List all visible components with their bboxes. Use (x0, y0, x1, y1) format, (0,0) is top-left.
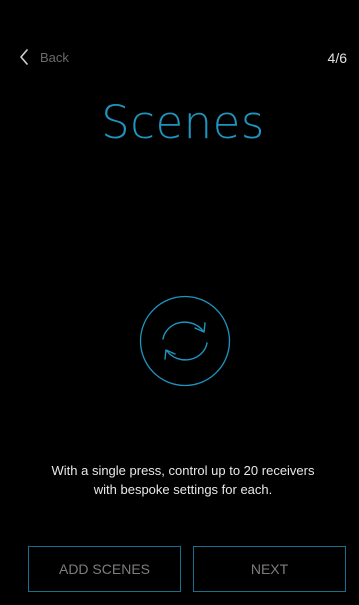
back-button[interactable]: Back (18, 44, 69, 70)
description-line-2: with bespoke settings for each. (93, 482, 273, 497)
chevron-left-icon (18, 47, 30, 67)
add-scenes-button[interactable]: ADD SCENES (28, 546, 181, 592)
next-button[interactable]: NEXT (193, 546, 346, 592)
step-indicator: 4/6 (327, 50, 347, 66)
back-label: Back (40, 49, 69, 65)
refresh-cycle-icon (139, 295, 231, 387)
onboarding-screen: Back 4/6 Scenes With a single press, con… (7, 4, 359, 605)
description-text: With a single press, control up to 20 re… (7, 461, 359, 499)
description-line-1: With a single press, control up to 20 re… (51, 463, 315, 478)
page-title: Scenes (101, 96, 265, 149)
